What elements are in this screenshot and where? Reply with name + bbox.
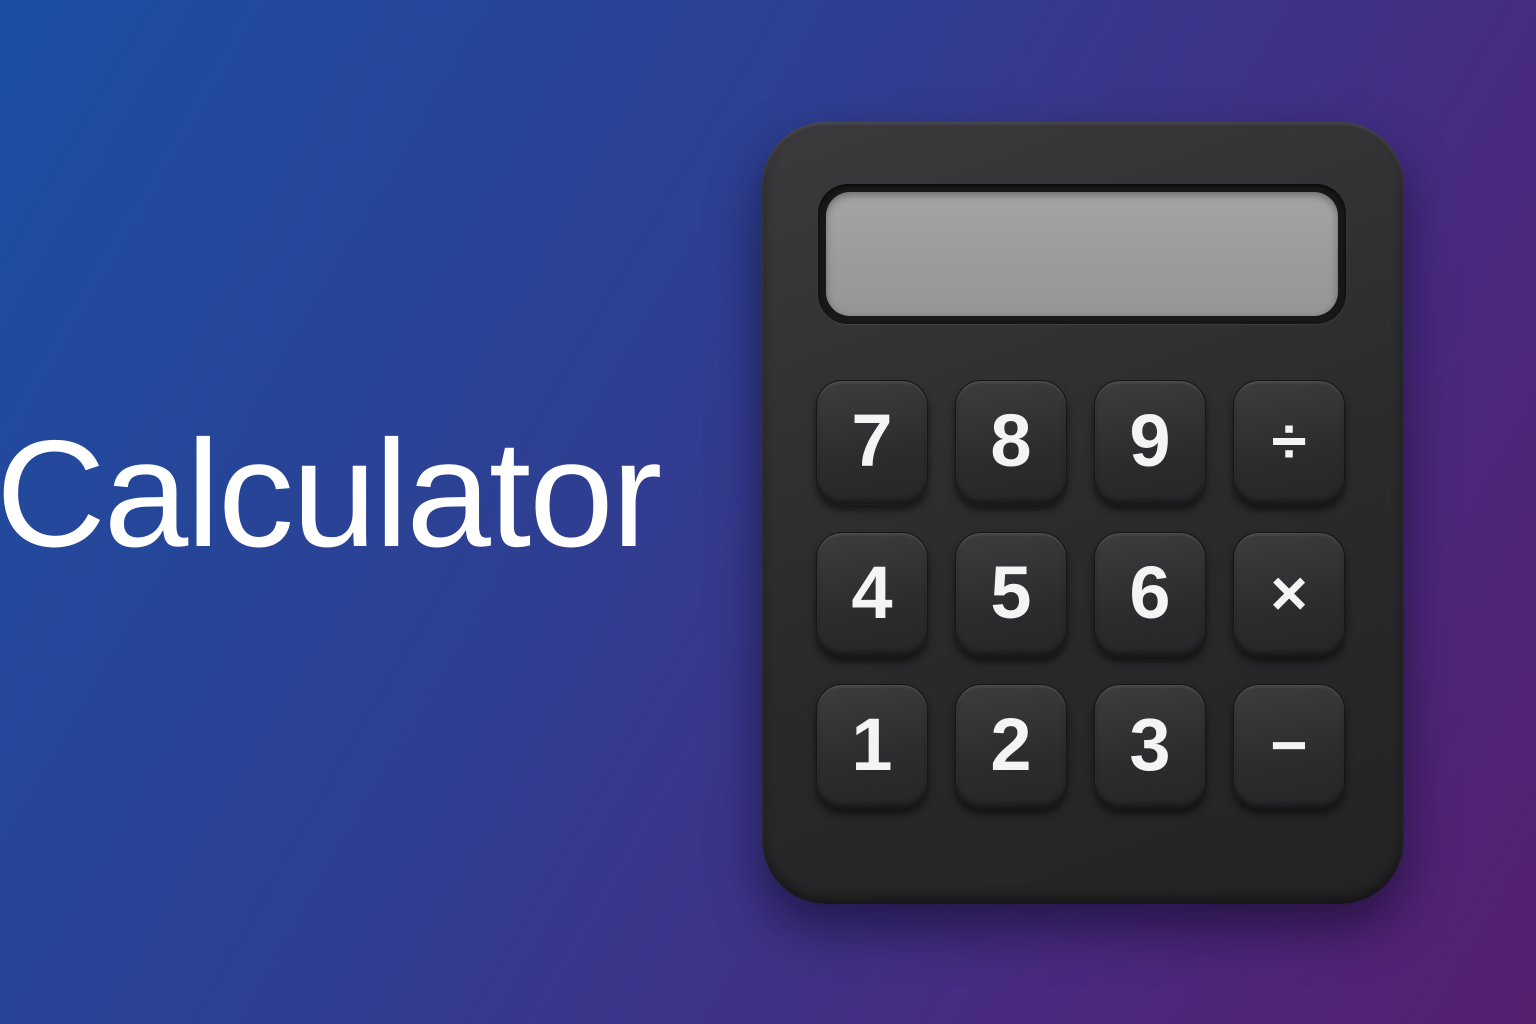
subtract-button[interactable]: − (1233, 684, 1345, 808)
calculator-display (818, 184, 1346, 324)
key-3-button[interactable]: 3 (1094, 684, 1206, 808)
divide-icon: ÷ (1271, 405, 1307, 477)
key-label: 8 (990, 399, 1032, 482)
multiply-button[interactable]: × (1233, 532, 1345, 656)
key-5-button[interactable]: 5 (955, 532, 1067, 656)
minus-icon: − (1270, 709, 1308, 781)
key-7-button[interactable]: 7 (816, 380, 928, 504)
multiply-icon: × (1270, 557, 1308, 629)
key-6-button[interactable]: 6 (1094, 532, 1206, 656)
key-label: 9 (1129, 399, 1171, 482)
key-label: 7 (851, 399, 893, 482)
divide-button[interactable]: ÷ (1233, 380, 1345, 504)
key-label: 2 (990, 703, 1032, 786)
calculator-icon: 7 8 9 ÷ 4 5 6 × 1 2 3 − (762, 122, 1404, 904)
key-label: 1 (851, 703, 893, 786)
keypad: 7 8 9 ÷ 4 5 6 × 1 2 3 − (816, 380, 1350, 808)
key-9-button[interactable]: 9 (1094, 380, 1206, 504)
key-4-button[interactable]: 4 (816, 532, 928, 656)
key-label: 3 (1129, 703, 1171, 786)
key-1-button[interactable]: 1 (816, 684, 928, 808)
key-label: 6 (1129, 551, 1171, 634)
key-8-button[interactable]: 8 (955, 380, 1067, 504)
page-title: Calculator (0, 409, 662, 579)
display-screen (826, 192, 1338, 316)
key-label: 5 (990, 551, 1032, 634)
key-2-button[interactable]: 2 (955, 684, 1067, 808)
key-label: 4 (851, 551, 893, 634)
